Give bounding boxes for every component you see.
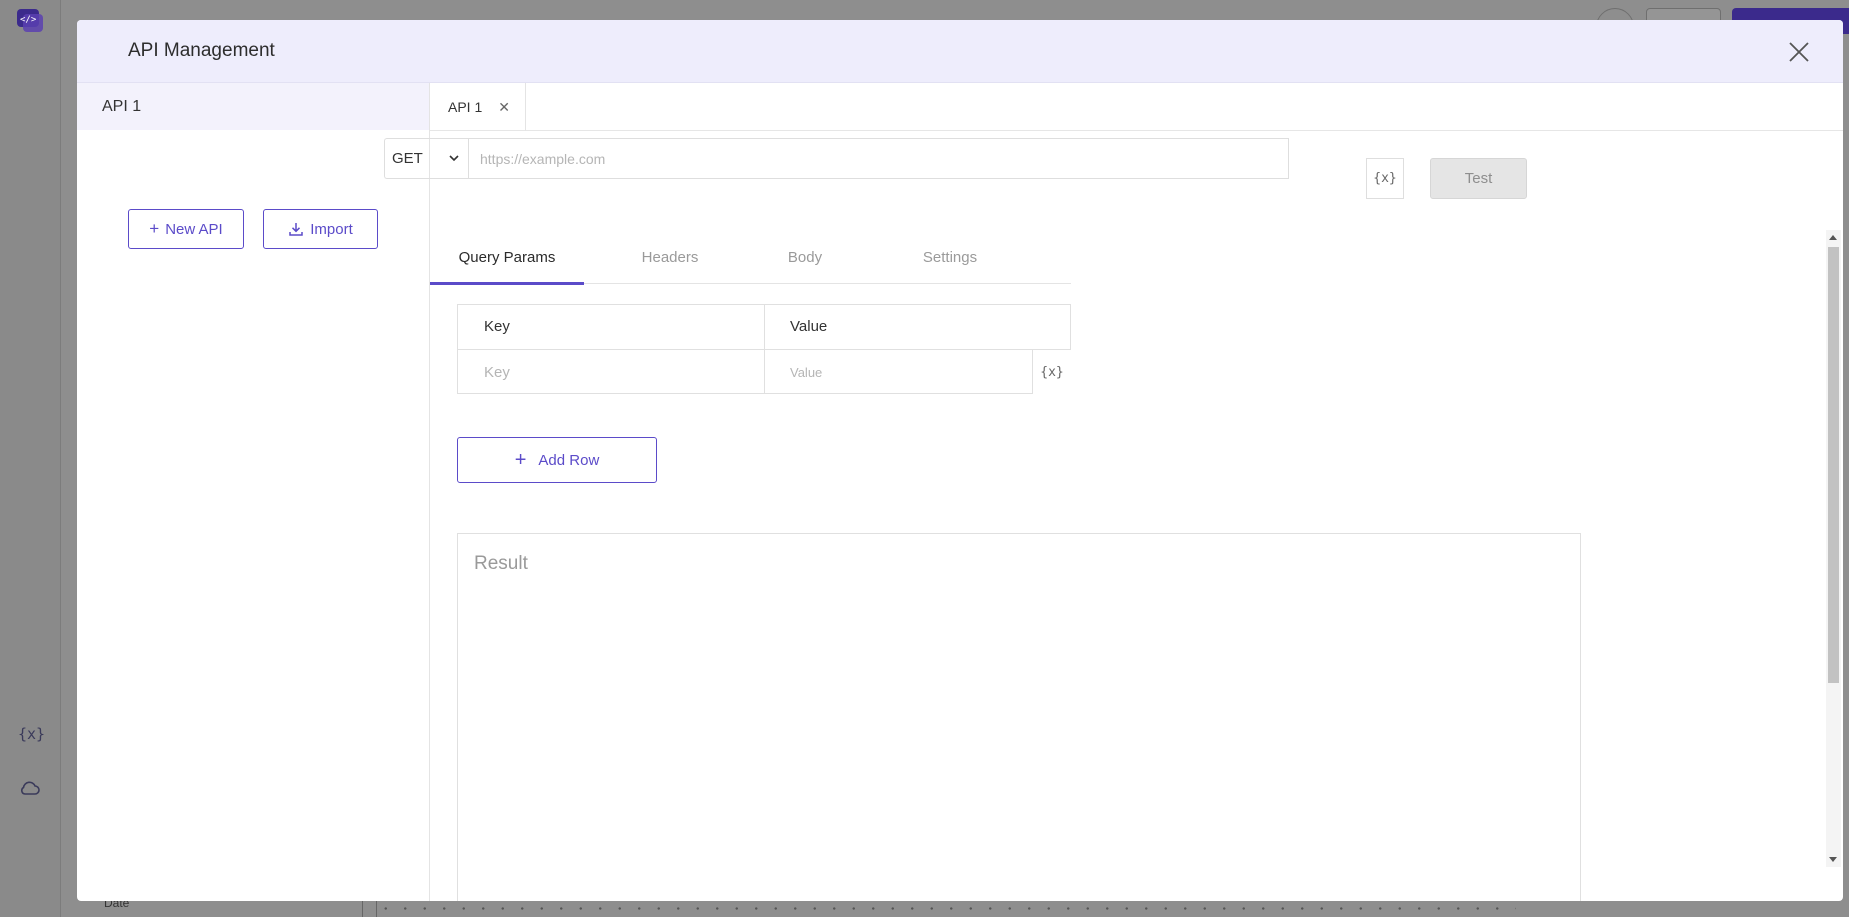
cloud-icon[interactable] [18, 776, 42, 800]
plus-icon: + [149, 219, 160, 238]
svg-text:</>: </> [20, 15, 37, 25]
download-icon [289, 223, 303, 236]
tab-headers[interactable]: Headers [604, 231, 736, 284]
tab-label: API 1 [448, 99, 483, 115]
close-tab-icon[interactable]: ✕ [498, 99, 510, 116]
close-icon[interactable] [1787, 40, 1811, 64]
tab-api-1[interactable]: API 1 ✕ [430, 83, 526, 131]
app-logo-icon: </> [17, 9, 43, 32]
new-api-label: New API [165, 220, 223, 238]
tab-query-params[interactable]: Query Params [430, 231, 584, 285]
url-input[interactable] [468, 138, 1289, 179]
query-params-table: Key Value {x} [457, 304, 1071, 394]
url-variable-button[interactable]: {x} [1366, 158, 1404, 199]
method-select[interactable]: GET [384, 138, 468, 179]
scrollbar-thumb[interactable] [1828, 247, 1839, 683]
scroll-up-icon[interactable] [1829, 235, 1837, 240]
vertical-scrollbar[interactable] [1826, 230, 1841, 867]
test-button[interactable]: Test [1430, 158, 1527, 199]
add-row-label: Add Row [538, 451, 600, 469]
plus-icon: + [514, 448, 527, 471]
import-label: Import [310, 220, 353, 238]
chevron-down-icon [449, 155, 459, 162]
key-column-header: Key [484, 318, 510, 335]
variable-icon: {x} [1373, 171, 1397, 186]
param-key-input[interactable] [484, 350, 754, 394]
variables-icon[interactable]: {x} [18, 722, 45, 746]
value-column-header: Value [790, 318, 828, 335]
variable-icon: {x} [1040, 364, 1064, 380]
add-row-button[interactable]: + Add Row [457, 437, 657, 483]
table-divider [764, 305, 765, 393]
background-sidebar: </> {x} [0, 0, 61, 917]
api-tab-strip: API 1 ✕ [430, 83, 1843, 131]
api-list-pane: API 1 + New API Import [77, 83, 430, 901]
api-list-item[interactable]: API 1 [77, 83, 429, 130]
result-panel: Result [457, 533, 1581, 901]
request-tabs: Query Params Headers Body Settings [430, 231, 1071, 285]
tab-settings[interactable]: Settings [880, 231, 1020, 284]
modal-header: API Management [77, 20, 1843, 83]
param-variable-button[interactable]: {x} [1033, 350, 1071, 394]
method-value: GET [392, 150, 423, 167]
tab-body[interactable]: Body [744, 231, 866, 284]
param-value-input[interactable] [790, 350, 1026, 394]
result-label: Result [474, 553, 528, 574]
new-api-button[interactable]: + New API [128, 209, 244, 249]
canvas-dot-grid [376, 900, 1516, 917]
scroll-down-icon[interactable] [1829, 857, 1837, 862]
import-button[interactable]: Import [263, 209, 378, 249]
modal-title: API Management [128, 40, 275, 61]
